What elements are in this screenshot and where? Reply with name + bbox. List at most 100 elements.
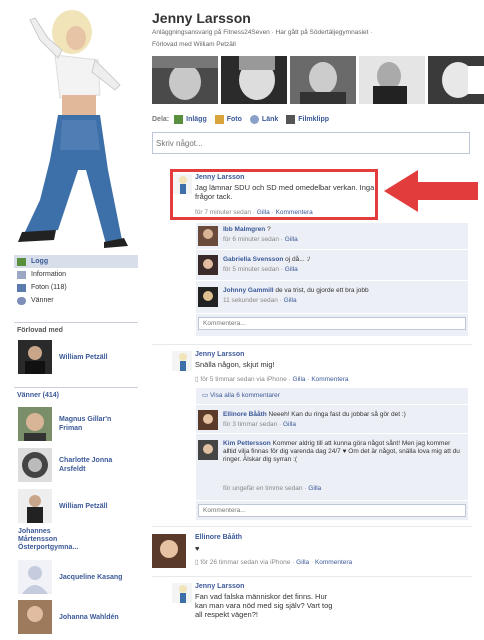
author-avatar[interactable] xyxy=(152,534,186,568)
friend-item[interactable]: Charlotte Jonna Arsfeldt xyxy=(18,448,131,482)
nav-item-logg[interactable]: Logg xyxy=(14,255,138,268)
commenter-name[interactable]: Ellinore Bååth xyxy=(223,411,267,418)
comment: Ibb Malmgren ? för 6 minuter sedan · Gil… xyxy=(196,223,468,250)
friend-avatar xyxy=(18,600,52,634)
comment-text: de va trist, du gjorde ett bra jobb xyxy=(275,287,369,294)
like-link[interactable]: Gilla xyxy=(285,236,298,243)
wall-icon xyxy=(17,257,26,266)
comment-list: ▭ Visa alla 6 kommentarer Ellinore Bååth… xyxy=(196,388,468,520)
post-time: för 26 timmar sedan via iPhone · xyxy=(200,559,297,566)
share-status-option[interactable]: Inlägg xyxy=(174,115,207,124)
friend-item[interactable]: Jacqueline Kasang xyxy=(18,560,131,594)
video-icon xyxy=(286,115,296,124)
nav-item-photos[interactable]: Foton (118) xyxy=(14,281,138,294)
comment-body: Gabriella Svensson oj då... :/ xyxy=(223,256,463,264)
author-name[interactable]: Jenny Larsson xyxy=(195,351,244,358)
friends-icon xyxy=(17,296,26,305)
author-avatar[interactable] xyxy=(172,351,192,371)
like-link[interactable]: Gilla xyxy=(308,485,321,492)
photo-thumb[interactable] xyxy=(428,56,484,104)
photo-thumb[interactable] xyxy=(221,56,287,104)
friend-item[interactable]: Johannes Mårtensson Österportgymna... xyxy=(18,528,88,552)
engaged-heading: Förlovad med xyxy=(17,327,63,334)
friend-name[interactable]: Jacqueline Kasang xyxy=(59,573,131,582)
nav-label: Logg xyxy=(31,258,49,265)
photo-thumb[interactable] xyxy=(152,56,218,104)
commenter-name[interactable]: Johnny Gammill xyxy=(223,287,274,294)
nav-label: Foton (118) xyxy=(31,284,67,291)
friends-heading[interactable]: Vänner (414) xyxy=(17,392,59,399)
view-all-comments-link[interactable]: ▭ Visa alla 6 kommentarer xyxy=(202,392,280,400)
profile-nav: Logg Information Foton (118) Vänner xyxy=(14,255,138,307)
photos-icon xyxy=(17,283,26,292)
share-label: Dela: xyxy=(152,116,170,123)
left-sidebar: Logg Information Foton (118) Vänner Förl… xyxy=(0,0,140,640)
comment-time: för ungefär en timme sedan · xyxy=(223,485,309,492)
friend-item[interactable]: William Petzäll xyxy=(18,489,131,523)
comment-time: 11 sekunder sedan · xyxy=(223,297,284,304)
commenter-avatar[interactable] xyxy=(198,226,218,246)
comment-text: Neeeh! Kan du ringa fast du jobbar så gö… xyxy=(268,411,406,418)
comment-body: Ellinore Bååth Neeeh! Kan du ringa fast … xyxy=(223,411,463,419)
profile-engaged: Förlovad med William Petzäll xyxy=(152,41,236,48)
commenter-avatar[interactable] xyxy=(198,410,218,430)
status-icon xyxy=(174,115,184,124)
engaged-friend[interactable]: William Petzäll xyxy=(18,340,131,374)
friend-item[interactable]: Johanna Wahldén xyxy=(18,600,131,634)
profile-info: Anläggningsansvarig på Fitness24Seven · … xyxy=(152,29,373,36)
comment-meta: för 3 timmar sedan · Gilla xyxy=(223,421,296,428)
photo-thumb[interactable] xyxy=(290,56,356,104)
friend-item[interactable]: Magnus Gillar'n Friman xyxy=(18,407,131,441)
commenter-avatar[interactable] xyxy=(198,287,218,307)
profile-picture[interactable] xyxy=(0,0,140,250)
comment-bubble-icon: ▭ xyxy=(202,392,210,399)
comment: Johnny Gammill de va trist, du gjorde et… xyxy=(196,282,468,314)
camera-icon xyxy=(214,115,224,124)
commenter-name[interactable]: Kim Pettersson xyxy=(223,440,271,447)
comment-link[interactable]: Kommentera xyxy=(311,376,348,383)
highlight-box xyxy=(170,169,378,220)
option-label: Inlägg xyxy=(186,116,207,123)
nav-item-friends[interactable]: Vänner xyxy=(14,294,138,307)
divider xyxy=(152,344,472,345)
nav-item-information[interactable]: Information xyxy=(14,268,138,281)
comment-input[interactable] xyxy=(198,504,466,517)
friend-name[interactable]: William Petzäll xyxy=(59,353,131,362)
author-name[interactable]: Ellinore Bååth xyxy=(195,534,242,541)
option-label: Länk xyxy=(261,116,279,123)
like-link[interactable]: Gilla xyxy=(284,297,297,304)
comment-time: för 3 timmar sedan · xyxy=(223,421,283,428)
friend-name[interactable]: Johanna Wahldén xyxy=(59,613,131,622)
commenter-avatar[interactable] xyxy=(198,255,218,275)
divider xyxy=(14,387,138,388)
view-all-row[interactable]: ▭ Visa alla 6 kommentarer xyxy=(196,388,468,405)
friend-name[interactable]: Johannes Mårtensson Österportgymna... xyxy=(18,528,78,551)
divider xyxy=(152,576,472,577)
photo-thumb[interactable] xyxy=(359,56,425,104)
comment-input[interactable] xyxy=(198,317,466,330)
commenter-avatar[interactable] xyxy=(198,440,218,460)
comment-body: Johnny Gammill de va trist, du gjorde et… xyxy=(223,287,463,295)
friend-name[interactable]: Charlotte Jonna Arsfeldt xyxy=(59,456,131,474)
view-all-label: Visa alla 6 kommentarer xyxy=(209,392,280,399)
friend-name[interactable]: William Petzäll xyxy=(59,502,131,511)
like-link[interactable]: Gilla xyxy=(283,421,296,428)
like-link[interactable]: Gilla xyxy=(285,266,298,273)
author-name[interactable]: Jenny Larsson xyxy=(195,583,244,590)
share-link-option[interactable]: Länk xyxy=(249,115,279,124)
comment-link[interactable]: Kommentera xyxy=(315,559,352,566)
like-link[interactable]: Gilla xyxy=(293,376,306,383)
author-avatar[interactable] xyxy=(172,583,192,603)
share-video-option[interactable]: Filmklipp xyxy=(286,115,329,124)
friend-name[interactable]: Magnus Gillar'n Friman xyxy=(59,415,131,433)
like-link[interactable]: Gilla xyxy=(296,559,309,566)
composer-input[interactable] xyxy=(152,132,470,154)
comment-meta: 11 sekunder sedan · Gilla xyxy=(223,297,297,304)
commenter-name[interactable]: Gabriella Svensson xyxy=(223,256,283,263)
post-meta: ▯ för 26 timmar sedan via iPhone · Gilla… xyxy=(195,559,353,566)
post-meta: ▯ för 5 timmar sedan via iPhone · Gilla … xyxy=(195,376,349,383)
post-text: Fan vad falska människor det finns. Hur … xyxy=(195,592,333,619)
commenter-name[interactable]: Ibb Malmgren xyxy=(223,226,265,233)
post-text: ♥ xyxy=(195,544,200,553)
share-photo-option[interactable]: Foto xyxy=(214,115,242,124)
